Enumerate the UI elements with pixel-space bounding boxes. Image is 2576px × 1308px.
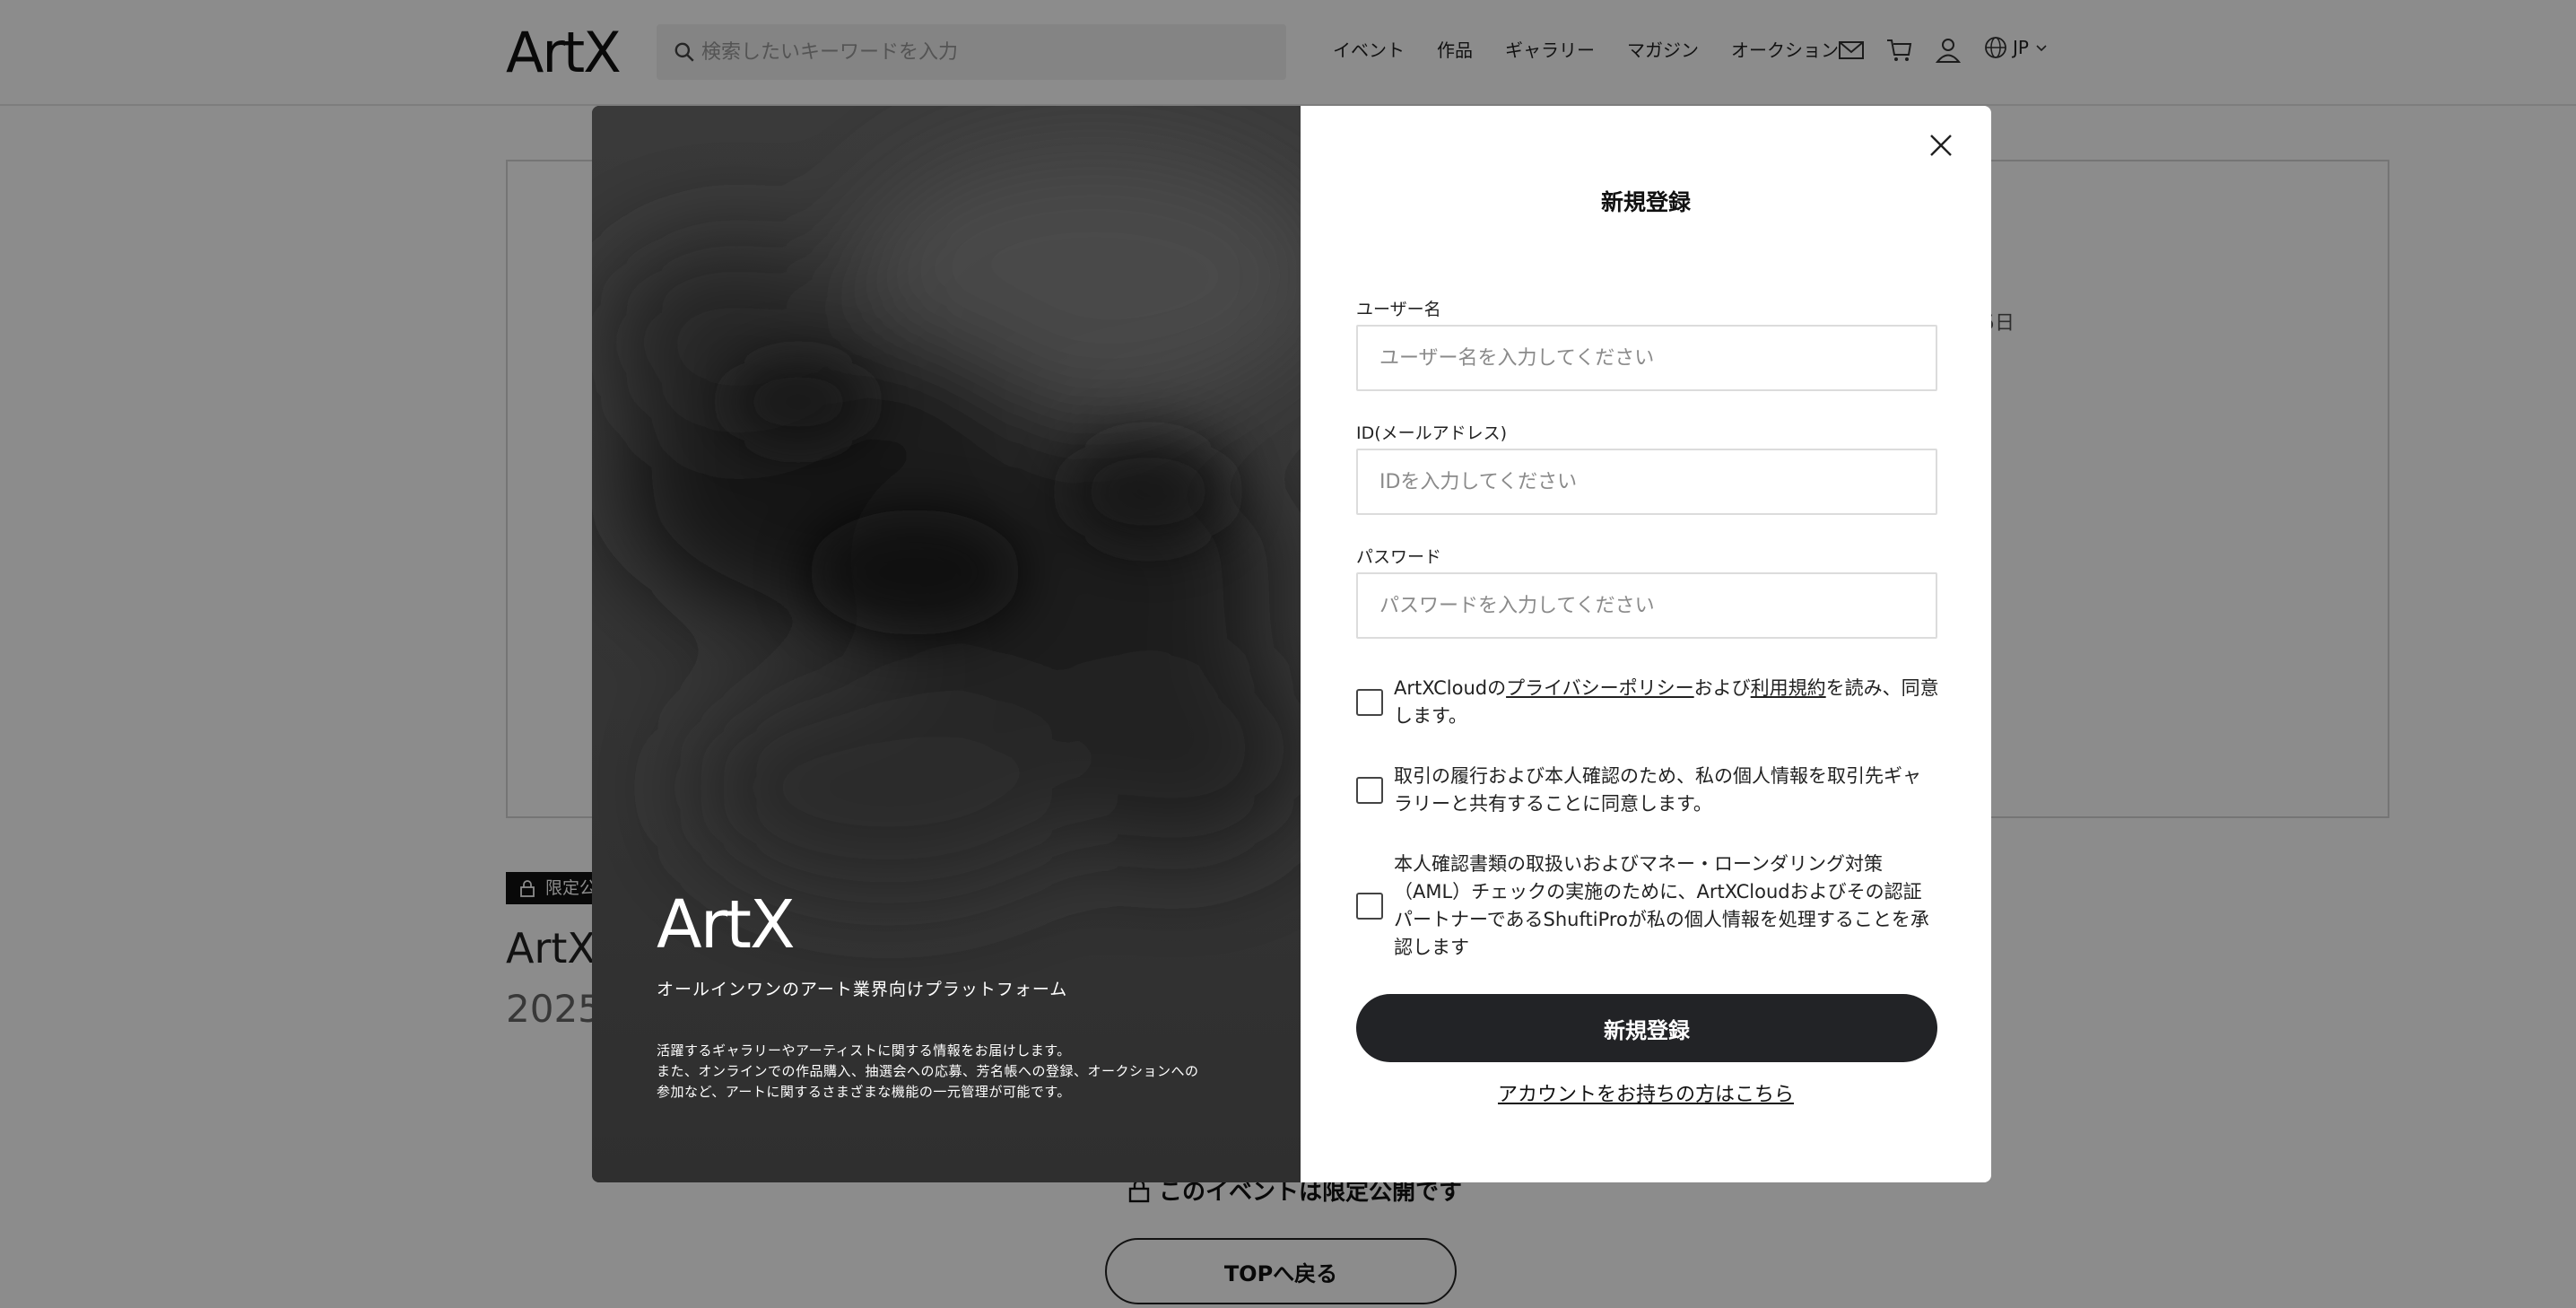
brand-description-line: また、オンラインでの作品購入、抽選会への応募、芳名帳への登録、オークションへの	[657, 1063, 1199, 1079]
consent-sharing-checkbox[interactable]	[1356, 777, 1383, 804]
signup-form: 新規登録 ユーザー名 ID(メールアドレス) パスワード ArtXCloudのプ…	[1301, 106, 1991, 1182]
consent-privacy-checkbox[interactable]	[1356, 689, 1383, 716]
consent-sharing-text: 取引の履行および本人確認のため、私の個人情報を取引先ギャラリーと共有することに同…	[1394, 765, 1921, 815]
brand-logo: ArtX	[657, 886, 796, 964]
username-label: ユーザー名	[1356, 300, 1441, 319]
login-link[interactable]: アカウントをお持ちの方はこちら	[1301, 1078, 1991, 1107]
terms-link[interactable]: 利用規約	[1751, 677, 1826, 699]
close-button[interactable]	[1919, 124, 1962, 167]
brand-description-line: 活躍するギャラリーやアーティストに関する情報をお届けします。	[657, 1042, 1071, 1059]
register-button[interactable]: 新規登録	[1356, 994, 1937, 1062]
consent-privacy-text: ArtXCloudのプライバシーポリシーおよび利用規約を読み、同意します。	[1394, 675, 1939, 730]
close-icon	[1930, 135, 1952, 156]
brand-description: 活躍するギャラリーやアーティストに関する情報をお届けします。 また、オンラインで…	[657, 1041, 1249, 1103]
password-field[interactable]	[1356, 572, 1937, 639]
privacy-policy-link[interactable]: プライバシーポリシー	[1506, 677, 1694, 699]
smoke-artwork	[592, 106, 1301, 1182]
brand-logo-text: ArtX	[657, 886, 796, 964]
password-label: パスワード	[1356, 547, 1442, 567]
consent-aml-checkbox[interactable]	[1356, 893, 1383, 920]
email-field[interactable]	[1356, 449, 1937, 515]
consent-privacy-middle: および	[1693, 677, 1751, 699]
form-title: 新規登録	[1600, 189, 1691, 215]
consent-privacy-row: ArtXCloudのプライバシーポリシーおよび利用規約を読み、同意します。	[1356, 675, 1939, 730]
consent-aml-row: 本人確認書類の取扱いおよびマネー・ローンダリング対策（AML）チェックの実施のた…	[1356, 850, 1939, 962]
consent-privacy-prefix: ArtXCloudの	[1394, 677, 1507, 699]
brand-tagline: オールインワンのアート業界向けプラットフォーム	[657, 980, 1068, 999]
username-field[interactable]	[1356, 325, 1937, 391]
signup-modal: ArtX オールインワンのアート業界向けプラットフォーム 活躍するギャラリーやア…	[592, 106, 1991, 1182]
brand-panel: ArtX オールインワンのアート業界向けプラットフォーム 活躍するギャラリーやア…	[592, 106, 1301, 1182]
consent-sharing-row: 取引の履行および本人確認のため、私の個人情報を取引先ギャラリーと共有することに同…	[1356, 763, 1939, 818]
brand-description-line: 参加など、アートに関するさまざまな機能の一元管理が可能です。	[657, 1084, 1071, 1100]
consent-aml-text: 本人確認書類の取扱いおよびマネー・ローンダリング対策（AML）チェックの実施のた…	[1394, 853, 1929, 958]
email-label: ID(メールアドレス)	[1356, 423, 1508, 443]
